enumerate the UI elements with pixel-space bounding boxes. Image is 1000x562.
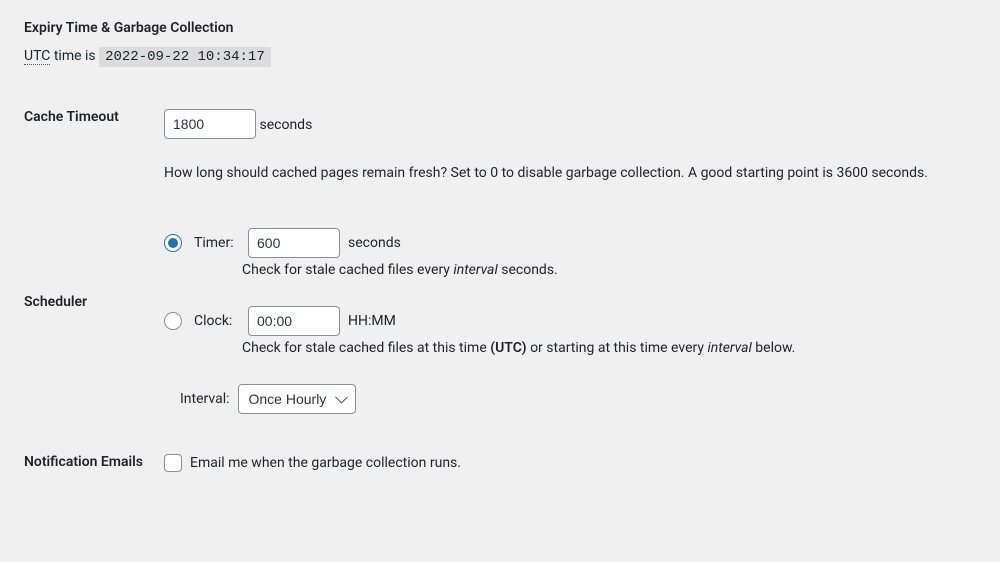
utc-label-suffix: time is — [50, 48, 99, 64]
scheduler-clock-block: Clock: HH:MM Check for stale cached file… — [164, 306, 966, 356]
scheduler-timer-help-pre: Check for stale cached files every — [242, 262, 453, 278]
cache-timeout-unit: seconds — [259, 117, 312, 133]
cache-timeout-row: Cache Timeout seconds How long should ca… — [24, 97, 976, 204]
scheduler-clock-label: Clock: — [194, 313, 240, 329]
scheduler-clock-help-mid: or starting at this time every — [527, 340, 708, 356]
utc-timestamp: 2022-09-22 10:34:17 — [99, 47, 271, 67]
notification-label: Notification Emails — [24, 426, 164, 484]
scheduler-interval-label: Interval: — [180, 391, 230, 407]
scheduler-timer-help: Check for stale cached files every inter… — [242, 262, 966, 278]
scheduler-clock-help: Check for stale cached files at this tim… — [242, 340, 966, 356]
cache-timeout-description: How long should cached pages remain fres… — [164, 163, 966, 184]
cache-timeout-label: Cache Timeout — [24, 97, 164, 204]
scheduler-timer-radio[interactable] — [164, 234, 182, 252]
scheduler-clock-unit: HH:MM — [348, 313, 396, 329]
section-title: Expiry Time & Garbage Collection — [24, 20, 976, 36]
scheduler-clock-help-em: interval — [707, 340, 751, 356]
scheduler-row: Scheduler Timer: seconds Check for stale… — [24, 204, 976, 426]
notification-checkbox[interactable] — [164, 454, 182, 472]
scheduler-timer-unit: seconds — [348, 235, 401, 251]
scheduler-clock-help-strong: (UTC) — [490, 340, 526, 356]
scheduler-timer-input[interactable] — [248, 228, 340, 258]
cache-timeout-input[interactable] — [164, 109, 256, 139]
utc-time-line: UTC time is 2022-09-22 10:34:17 — [24, 48, 976, 65]
scheduler-timer-help-post: seconds. — [498, 262, 558, 278]
scheduler-interval-row: Interval: Once Hourly — [180, 384, 966, 414]
scheduler-timer-block: Timer: seconds Check for stale cached fi… — [164, 228, 966, 278]
notification-checkbox-label: Email me when the garbage collection run… — [190, 455, 461, 471]
scheduler-label: Scheduler — [24, 204, 164, 426]
notification-checkbox-label-wrap[interactable]: Email me when the garbage collection run… — [164, 454, 966, 472]
scheduler-clock-radio[interactable] — [164, 312, 182, 330]
scheduler-clock-input[interactable] — [248, 306, 340, 336]
scheduler-clock-help-post: below. — [752, 340, 796, 356]
notification-row: Notification Emails Email me when the ga… — [24, 426, 976, 484]
scheduler-timer-label: Timer: — [194, 235, 240, 251]
utc-abbr: UTC — [24, 48, 50, 65]
scheduler-interval-select[interactable]: Once Hourly — [238, 384, 356, 414]
scheduler-timer-help-em: interval — [453, 262, 497, 278]
scheduler-clock-help-pre: Check for stale cached files at this tim… — [242, 340, 490, 356]
